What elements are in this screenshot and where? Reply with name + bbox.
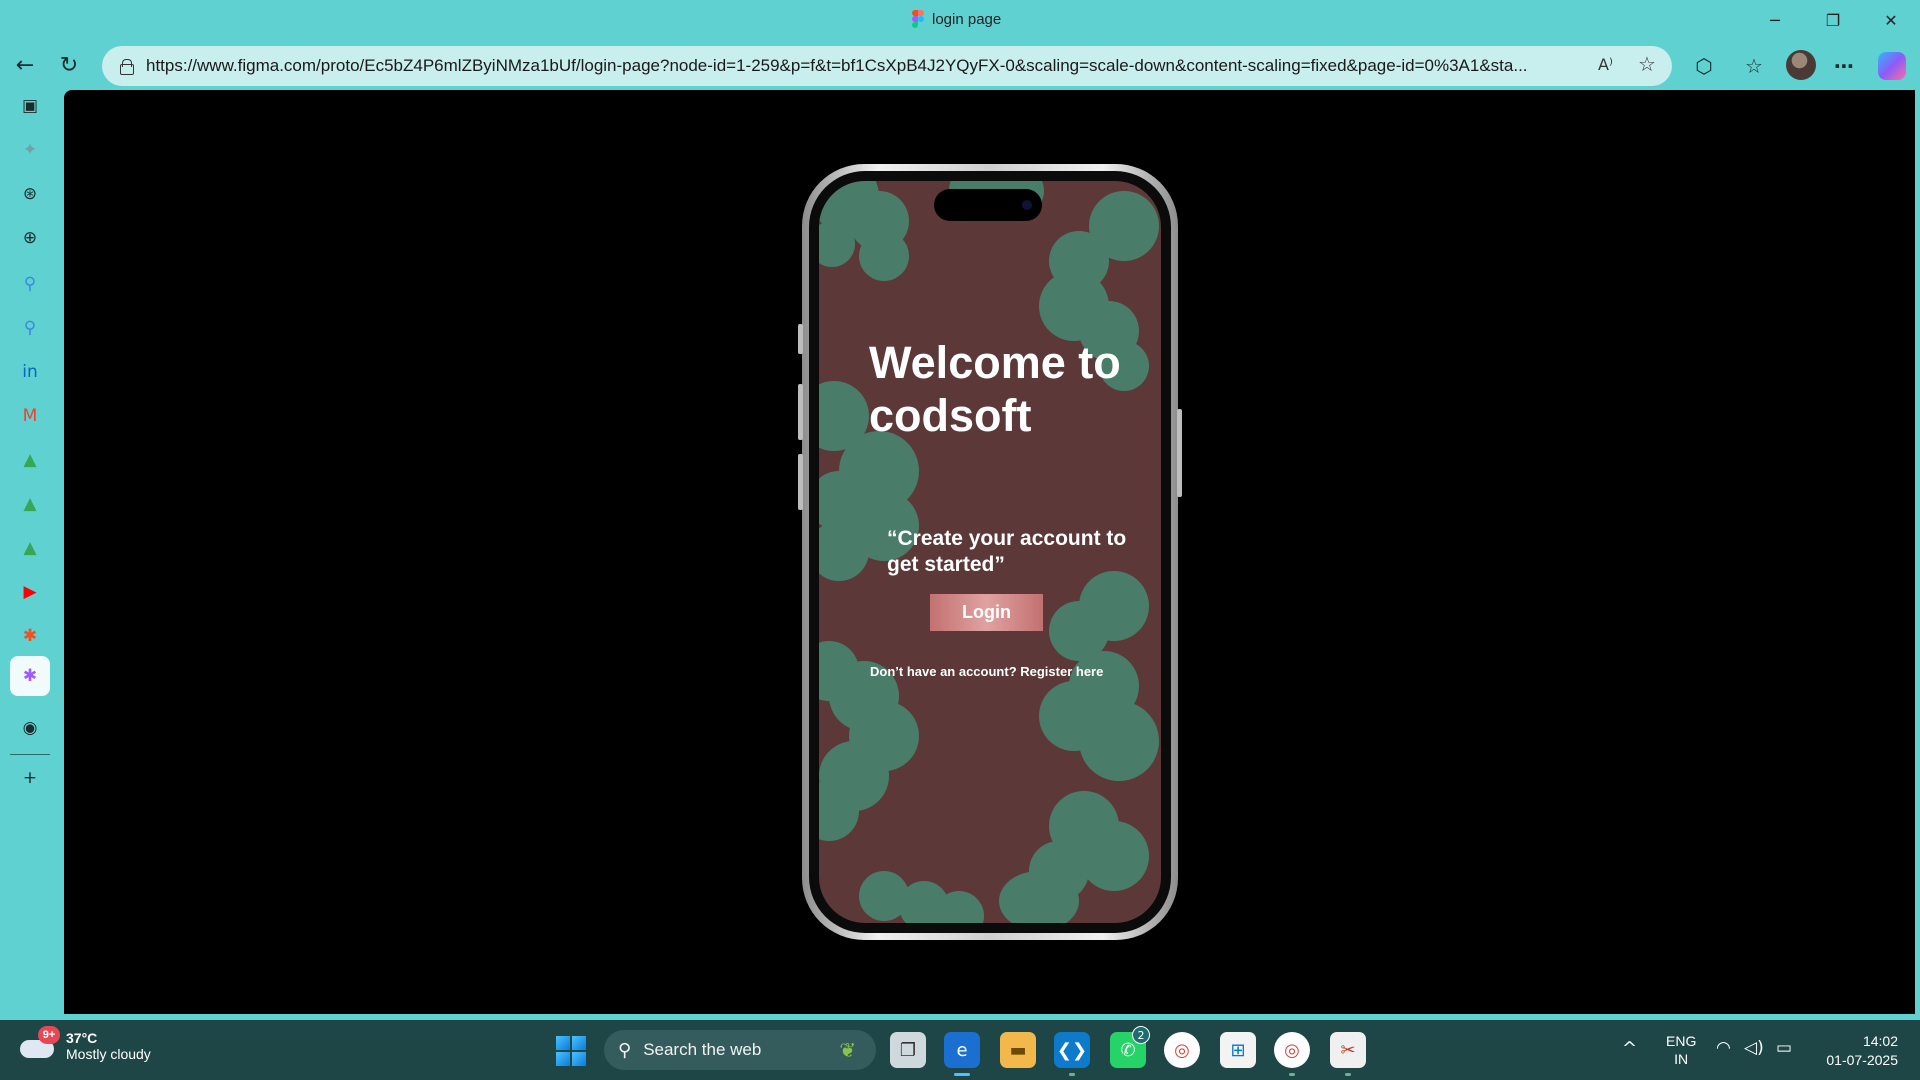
whatsapp-icon-glyph: ✆ xyxy=(1120,1039,1136,1061)
search-icon: ⚲ xyxy=(618,1039,632,1061)
drive-icon[interactable]: ▲ xyxy=(16,446,44,474)
battery-icon[interactable]: ▭ xyxy=(1776,1038,1792,1058)
ms-store-icon[interactable]: ⊞ xyxy=(1220,1032,1256,1068)
weather-widget[interactable]: 9+ 37°C Mostly cloudy xyxy=(20,1026,151,1062)
decor-blob xyxy=(1079,821,1149,891)
sidebar-divider xyxy=(10,754,50,755)
weather-badge: 9+ xyxy=(38,1026,60,1044)
drive-icon-2[interactable]: ▲ xyxy=(16,490,44,518)
language-indicator[interactable]: ENG IN xyxy=(1666,1032,1696,1068)
read-aloud-icon[interactable]: A⁾ xyxy=(1598,55,1613,74)
login-button[interactable]: Login xyxy=(930,594,1043,631)
phone-frame: Welcome to codsoft “Create your account … xyxy=(798,164,1182,940)
file-explorer-icon[interactable]: ▬ xyxy=(1000,1032,1036,1068)
task-view-icon[interactable]: ❐ xyxy=(890,1032,926,1068)
search-icon[interactable]: ⚲ xyxy=(16,270,44,298)
chrome-icon-2-glyph: ◎ xyxy=(1284,1039,1300,1061)
chrome-icon[interactable]: ◎ xyxy=(1164,1032,1200,1068)
welcome-heading: Welcome to codsoft xyxy=(869,337,1121,441)
url-text[interactable]: https://www.figma.com/proto/Ec5bZ4P6mlZB… xyxy=(146,56,1586,76)
tagline-text: “Create your account to get started” xyxy=(887,527,1127,576)
github-icon[interactable]: ◉ xyxy=(16,714,44,742)
tab-title[interactable]: login page xyxy=(912,10,1001,28)
prototype-viewport: Welcome to codsoft “Create your account … xyxy=(64,90,1915,1014)
reload-button[interactable]: ↻ xyxy=(52,48,86,82)
close-button[interactable]: ✕ xyxy=(1868,6,1914,34)
search-icon-2[interactable]: ⚲ xyxy=(16,314,44,342)
figma-icon[interactable]: ✱ xyxy=(16,622,44,650)
weather-condition: Mostly cloudy xyxy=(66,1046,151,1062)
lock-icon[interactable] xyxy=(118,58,134,75)
navigation-bar: ← ↻ https://www.figma.com/proto/Ec5bZ4P6… xyxy=(0,44,1920,86)
profile-avatar[interactable] xyxy=(1786,50,1816,80)
language-line1: ENG xyxy=(1666,1033,1697,1049)
sidebar: ▣ ✦ ⊛ ⊕ ⚲ ⚲ in M ▲ ▲ ▲ ▶ ✱ ✱ ◉ + xyxy=(0,92,60,1012)
title-bar: login page ─ ❐ ✕ xyxy=(0,0,1920,40)
add-favorite-icon[interactable]: ☆ xyxy=(1638,52,1656,76)
chatgpt-icon[interactable]: ⊛ xyxy=(16,180,44,208)
notification-badge: 2 xyxy=(1132,1026,1150,1044)
phone-action-button xyxy=(798,324,803,354)
restore-button[interactable]: ❐ xyxy=(1810,6,1856,34)
copilot-icon[interactable] xyxy=(1878,52,1906,80)
taskbar-search-box[interactable]: ⚲ Search the web ❦ xyxy=(604,1030,876,1070)
snipping-tool-icon[interactable]: ✂ xyxy=(1330,1032,1366,1076)
figma-favicon-icon xyxy=(912,10,924,28)
clock-date: 01-07-2025 xyxy=(1826,1052,1898,1068)
file-explorer-icon-glyph: ▬ xyxy=(1009,1039,1027,1061)
decor-blob xyxy=(1079,701,1159,781)
decor-blob xyxy=(859,231,909,281)
volume-icon[interactable]: ◁) xyxy=(1744,1038,1764,1058)
edge-icon[interactable]: e xyxy=(944,1032,980,1076)
phone-bezel: Welcome to codsoft “Create your account … xyxy=(809,171,1171,933)
taskbar-search-placeholder: Search the web xyxy=(643,1040,762,1059)
linkedin-icon[interactable]: in xyxy=(16,358,44,386)
task-view-icon-glyph: ❐ xyxy=(899,1039,917,1061)
wifi-icon[interactable]: ◠ xyxy=(1716,1038,1731,1058)
snipping-tool-icon-glyph: ✂ xyxy=(1340,1039,1356,1061)
drive-icon-3[interactable]: ▲ xyxy=(16,534,44,562)
taskbar: 9+ 37°C Mostly cloudy ⚲ Search the web ❦… xyxy=(0,1020,1920,1080)
dynamic-island xyxy=(934,189,1042,221)
chrome-icon-glyph: ◎ xyxy=(1174,1039,1190,1061)
phone-volume-down-button xyxy=(798,454,803,510)
add-icon[interactable]: + xyxy=(16,764,44,792)
show-hidden-icons-chevron-icon[interactable]: ^ xyxy=(1622,1038,1637,1059)
back-button[interactable]: ← xyxy=(8,48,42,82)
globe-icon[interactable]: ⊕ xyxy=(16,224,44,252)
minimize-button[interactable]: ─ xyxy=(1752,6,1798,34)
decor-blob xyxy=(999,871,1079,923)
clock-time: 14:02 xyxy=(1862,1033,1898,1049)
register-link[interactable]: Don’t have an account? Register here xyxy=(870,664,1103,679)
language-line2: IN xyxy=(1674,1051,1689,1067)
favorites-icon[interactable]: ☆ xyxy=(1738,50,1770,82)
more-options-icon[interactable]: ⋯ xyxy=(1828,50,1860,82)
vscode-icon[interactable]: ❮❯ xyxy=(1054,1032,1090,1076)
figma-active-icon[interactable]: ✱ xyxy=(10,656,50,696)
tabs-icon[interactable]: ▣ xyxy=(16,92,44,120)
phone-power-button xyxy=(1177,409,1182,497)
whatsapp-icon[interactable]: ✆ 2 xyxy=(1110,1026,1150,1068)
youtube-icon[interactable]: ▶ xyxy=(16,578,44,606)
gmail-icon[interactable]: M xyxy=(16,402,44,430)
weather-temperature: 37°C xyxy=(66,1030,98,1046)
address-bar[interactable]: https://www.figma.com/proto/Ec5bZ4P6mlZB… xyxy=(102,46,1672,86)
chrome-icon-2[interactable]: ◎ xyxy=(1274,1032,1310,1076)
tab-title-label: login page xyxy=(932,10,1002,28)
vscode-icon-glyph: ❮❯ xyxy=(1056,1039,1088,1061)
start-button[interactable] xyxy=(556,1036,586,1066)
extensions-icon[interactable]: ⬡ xyxy=(1688,50,1720,82)
cloud-icon: 9+ xyxy=(20,1026,60,1060)
clock[interactable]: 14:02 01-07-2025 xyxy=(1818,1032,1898,1070)
phone-volume-up-button xyxy=(798,384,803,440)
edge-icon-glyph: e xyxy=(956,1039,968,1061)
ms-store-icon-glyph: ⊞ xyxy=(1230,1039,1246,1061)
copilot-sidebar-icon[interactable]: ✦ xyxy=(16,136,44,164)
plant-icon: ❦ xyxy=(839,1038,856,1062)
phone-screen: Welcome to codsoft “Create your account … xyxy=(819,181,1161,923)
